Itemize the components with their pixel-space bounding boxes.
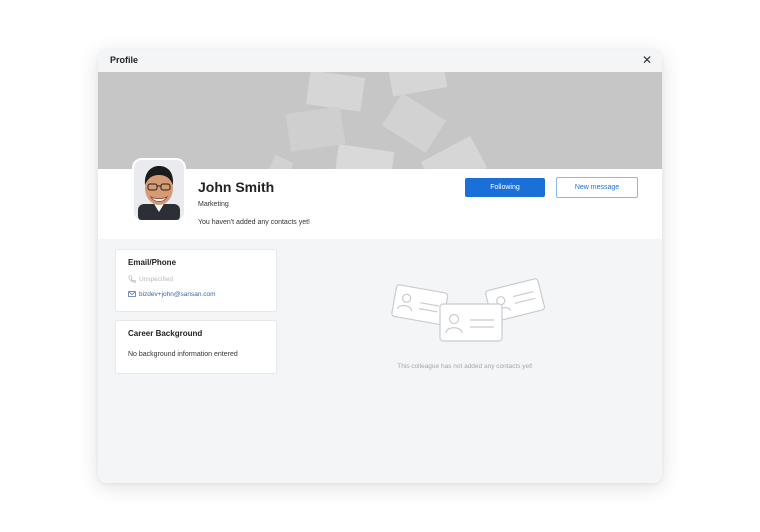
career-panel: Career Background No background informat… (115, 320, 277, 374)
profile-window: Profile ✕ John Smith Marketing You haven… (98, 50, 662, 483)
banner-card-shape (333, 144, 395, 169)
banner-card-shape (381, 93, 447, 153)
profile-banner (98, 72, 662, 169)
following-button[interactable]: Following (465, 178, 545, 197)
banner-card-shape (266, 154, 294, 169)
avatar (132, 158, 186, 222)
email-phone-panel: Email/Phone Unspecified bizdev+john@sans… (115, 249, 277, 312)
phone-value: Unspecified (139, 275, 173, 283)
profile-department: Marketing (198, 201, 229, 208)
phone-row: Unspecified (128, 275, 173, 283)
window-titlebar: Profile ✕ (98, 50, 662, 72)
career-text: No background information entered (128, 351, 238, 358)
banner-card-shape (305, 72, 366, 112)
phone-icon (128, 275, 136, 283)
contacts-note: You haven't added any contacts yet! (198, 219, 310, 226)
window-title: Profile (110, 55, 139, 65)
email-row[interactable]: bizdev+john@sansan.com (128, 290, 216, 298)
profile-name: John Smith (198, 179, 275, 195)
email-phone-title: Email/Phone (128, 258, 177, 267)
empty-state-text: This colleague has not added any contact… (397, 363, 533, 370)
close-icon[interactable]: ✕ (642, 53, 652, 67)
career-title: Career Background (128, 329, 203, 338)
avatar-image (134, 160, 184, 220)
mail-icon (128, 291, 136, 297)
empty-contacts-illustration (391, 278, 546, 342)
banner-card-shape (285, 106, 346, 152)
banner-card-shape (387, 72, 448, 97)
new-message-button[interactable]: New message (556, 177, 638, 198)
email-link[interactable]: bizdev+john@sansan.com (139, 291, 216, 298)
